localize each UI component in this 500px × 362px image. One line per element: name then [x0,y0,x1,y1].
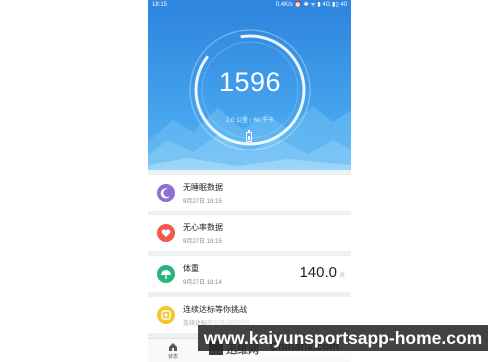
status-bar: 18:15 0.4K/s ⏰ ✱ ᯤ ▮ 4G ▮▯ 40 [148,0,351,10]
medal-icon [157,306,175,324]
sleep-card[interactable]: 无睡眠数据 9月27日 18:15 [148,175,351,211]
weight-time: 9月27日 18:14 [183,280,222,286]
sleep-title: 无睡眠数据 [183,183,223,192]
heart-rate-time: 9月27日 18:15 [183,239,222,245]
tab-status-label: 状态 [167,354,178,360]
phone-screen: 18:15 0.4K/s ⏰ ✱ ᯤ ▮ 4G ▮▯ 40 1596 2.0 公… [148,0,351,362]
sleep-time: 9月27日 18:15 [183,199,222,205]
distance-value: 2.0 公里 [226,118,249,124]
home-icon [169,343,177,351]
status-icons: 0.4K/s ⏰ ✱ ᯤ ▮ 4G ▮▯ 40 [275,2,347,8]
battery-icon [246,130,252,142]
weight-title: 体重 [183,264,199,273]
heart-icon [157,224,175,242]
calories-value: 60 千卡 [253,118,274,124]
distance-calories: 2.0 公里 | 60 千卡 [226,118,274,124]
step-summary-panel[interactable]: 1596 2.0 公里 | 60 千卡 [148,10,351,170]
weight-card[interactable]: 体重 9月27日 18:14 140.0 斤 [148,256,351,292]
moon-icon [157,184,175,202]
status-time: 18:15 [152,2,168,8]
heart-rate-title: 无心率数据 [183,223,223,232]
weight-value: 140.0 [299,264,337,281]
progress-ring: 1596 2.0 公里 | 60 千卡 [185,25,315,155]
step-count: 1596 [218,67,282,97]
weight-unit: 斤 [339,273,345,279]
scale-icon [157,265,175,283]
url-banner: www.kaiyunsportsapp-home.com [198,325,488,351]
tab-status[interactable]: 状态 [153,339,193,362]
heart-rate-card[interactable]: 无心率数据 9月27日 18:15 [148,215,351,251]
challenge-title: 连续达标等你挑战 [183,305,247,314]
